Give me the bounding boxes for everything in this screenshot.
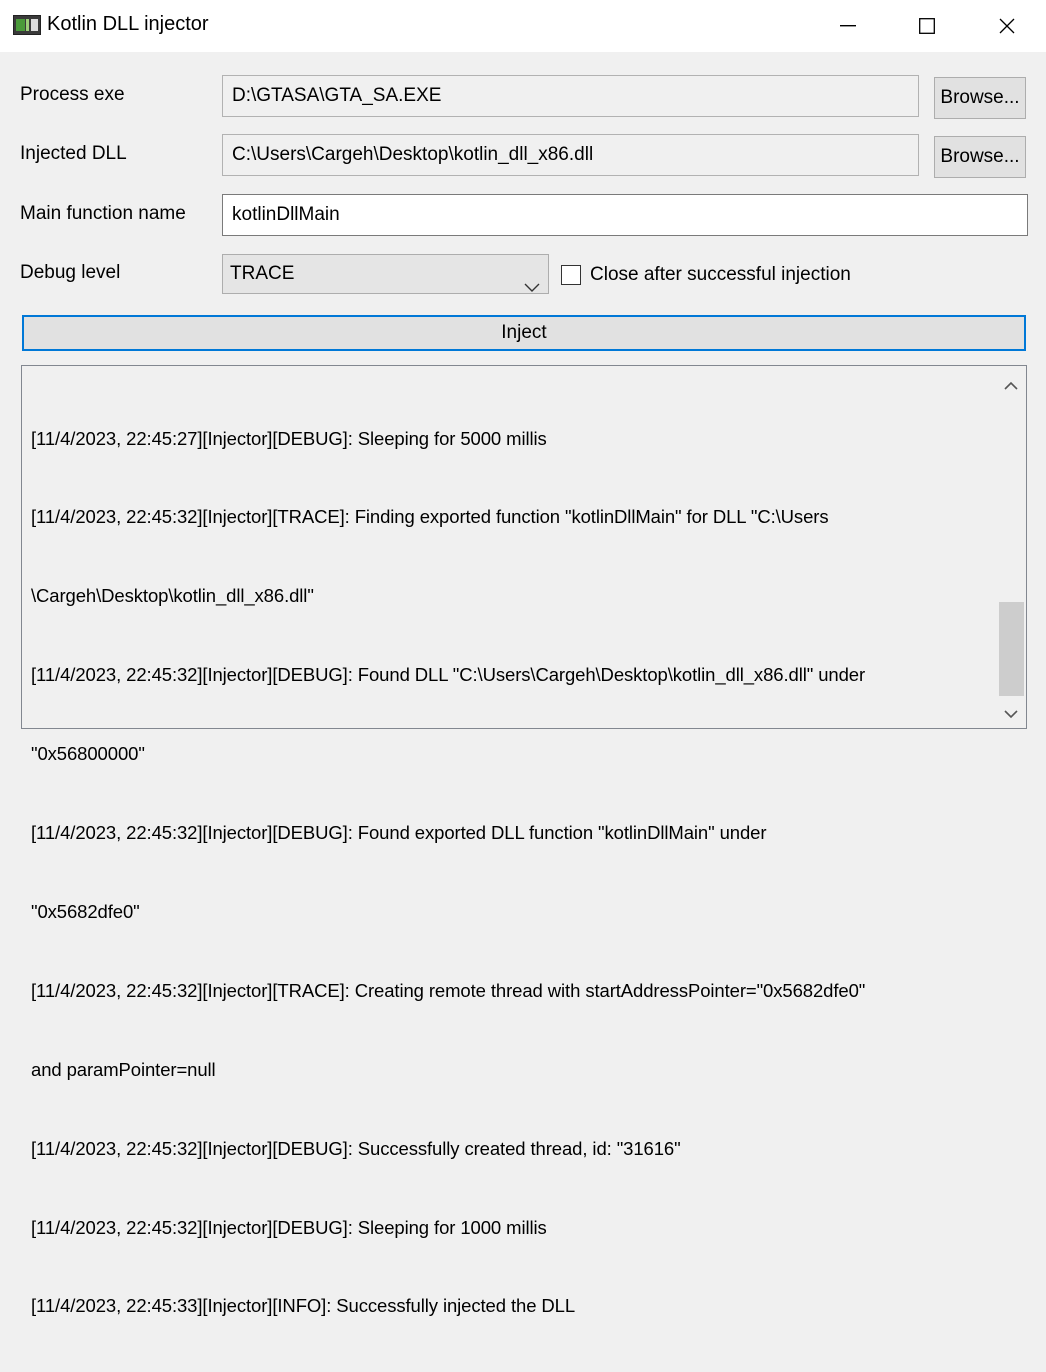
minimize-icon — [840, 25, 856, 27]
log-line: "0x56800000" — [31, 743, 145, 765]
process-exe-label: Process exe — [20, 84, 125, 105]
log-scrollbar[interactable] — [997, 366, 1026, 728]
inject-button[interactable]: Inject — [22, 315, 1026, 351]
process-exe-field[interactable]: D:\GTASA\GTA_SA.EXE — [222, 75, 919, 117]
debug-level-value: TRACE — [230, 263, 295, 284]
debug-level-label: Debug level — [20, 262, 121, 283]
main-function-label: Main function name — [20, 203, 186, 224]
window-title: Kotlin DLL injector — [47, 13, 209, 35]
log-line: [11/4/2023, 22:45:32][Injector][DEBUG]: … — [31, 664, 866, 686]
close-button[interactable] — [968, 0, 1046, 52]
scrollbar-thumb[interactable] — [999, 602, 1024, 696]
browse-process-button[interactable]: Browse... — [934, 77, 1026, 119]
browse-dll-button[interactable]: Browse... — [934, 136, 1026, 178]
chevron-down-icon — [524, 268, 540, 306]
app-window-icon — [13, 15, 41, 35]
log-line: [11/4/2023, 22:45:27][Injector][DEBUG]: … — [31, 427, 547, 449]
close-after-checkbox[interactable] — [561, 265, 581, 285]
scroll-up-icon[interactable] — [1004, 378, 1018, 396]
log-line: [11/4/2023, 22:45:32][Injector][DEBUG]: … — [31, 822, 767, 844]
log-line: [11/4/2023, 22:45:32][Injector][DEBUG]: … — [31, 1137, 681, 1159]
log-line: [11/4/2023, 22:45:32][Injector][TRACE]: … — [31, 979, 866, 1001]
debug-level-select[interactable]: TRACE — [222, 254, 549, 294]
log-lines: [11/4/2023, 22:45:27][Injector][DEBUG]: … — [31, 373, 993, 1372]
log-line: [11/4/2023, 22:45:32][Injector][DEBUG]: … — [31, 1216, 547, 1238]
title-bar: Kotlin DLL injector — [0, 0, 1046, 52]
scroll-down-icon[interactable] — [1004, 706, 1018, 724]
maximize-icon — [919, 18, 935, 34]
close-icon — [999, 18, 1015, 34]
log-line: [11/4/2023, 22:45:33][Injector][INFO]: S… — [31, 1295, 576, 1317]
close-after-label[interactable]: Close after successful injection — [590, 264, 851, 286]
minimize-button[interactable] — [809, 0, 887, 52]
maximize-button[interactable] — [888, 0, 966, 52]
log-line: \Cargeh\Desktop\kotlin_dll_x86.dll" — [31, 585, 314, 607]
log-line: "0x5682dfe0" — [31, 900, 140, 922]
injected-dll-label: Injected DLL — [20, 143, 127, 164]
log-output[interactable]: [11/4/2023, 22:45:27][Injector][DEBUG]: … — [21, 365, 1027, 1316]
log-line: [11/4/2023, 22:45:32][Injector][TRACE]: … — [31, 506, 829, 528]
log-line: and paramPointer=null — [31, 1058, 216, 1080]
main-function-input[interactable]: kotlinDllMain — [222, 194, 1028, 236]
injected-dll-field[interactable]: C:\Users\Cargeh\Desktop\kotlin_dll_x86.d… — [222, 134, 919, 176]
